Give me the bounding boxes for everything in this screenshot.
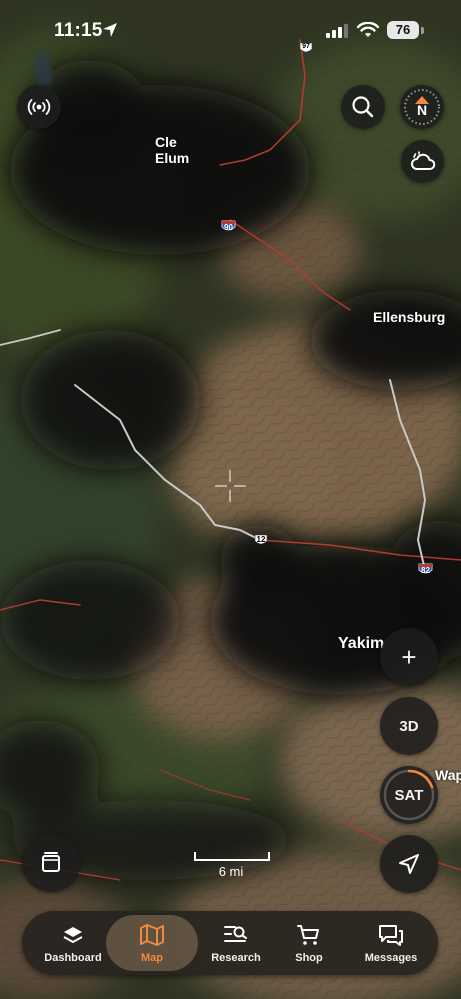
status-bar: 11:15 76 <box>0 18 461 46</box>
route-shield-us12: 12 <box>254 534 268 545</box>
battery-indicator: 76 <box>387 21 419 39</box>
route-shield-sr97: 97 <box>299 42 313 55</box>
map-label-ellensburg: Ellensburg <box>373 309 446 325</box>
bottom-nav: Dashboard Map Research Shop Messages <box>22 911 438 975</box>
sat-label: SAT <box>394 786 424 804</box>
clock: 11:15 <box>54 20 103 41</box>
nav-label-map: Map <box>141 952 163 964</box>
nav-label-shop: Shop <box>295 952 323 964</box>
search-button[interactable] <box>341 85 385 129</box>
battery-tip <box>421 27 424 34</box>
live-tracking-button[interactable] <box>17 85 61 129</box>
book-icon <box>42 852 60 872</box>
compass-north-label: N <box>416 102 428 118</box>
broadcast-icon <box>27 99 51 115</box>
map-scale: 6 mi <box>194 852 270 879</box>
3d-label: 3D <box>399 717 419 735</box>
nav-item-shop[interactable]: Shop <box>278 911 340 975</box>
nav-item-dashboard[interactable]: Dashboard <box>36 911 110 975</box>
messages-icon <box>378 923 404 952</box>
scale-label: 6 mi <box>218 864 244 879</box>
nav-label-messages: Messages <box>364 952 418 964</box>
map-label-yakima: Yakim <box>338 635 385 652</box>
search-icon <box>352 96 374 118</box>
zoom-in-button[interactable]: + <box>380 628 438 686</box>
wifi-icon <box>356 21 380 43</box>
layers-button[interactable] <box>22 834 80 892</box>
map-label-cle-elum: Cle Elum <box>155 134 190 166</box>
route-shield-i82: 82 <box>418 562 433 576</box>
navigation-arrow-icon <box>399 854 419 874</box>
route-shield-i90: 90 <box>221 219 236 233</box>
satellite-toggle-button[interactable]: SAT <box>380 766 438 824</box>
nav-item-research[interactable]: Research <box>196 911 276 975</box>
cart-icon <box>296 923 322 952</box>
3d-toggle-button[interactable]: 3D <box>380 697 438 755</box>
locate-me-button[interactable] <box>380 835 438 893</box>
nav-item-map[interactable]: Map <box>112 911 192 975</box>
scale-bar <box>194 852 270 861</box>
cellular-signal-icon <box>326 24 348 43</box>
map-icon <box>139 923 165 952</box>
nav-label-research: Research <box>211 952 261 964</box>
compass-button[interactable]: N <box>400 85 444 129</box>
nav-item-messages[interactable]: Messages <box>352 911 430 975</box>
research-icon <box>223 923 249 952</box>
zoom-in-label: + <box>401 641 417 672</box>
dashboard-icon <box>61 923 85 952</box>
nav-label-dashboard: Dashboard <box>44 952 102 964</box>
location-arrow-icon <box>102 22 118 43</box>
weather-button[interactable] <box>401 140 444 183</box>
map-label-wapato: Wap <box>435 767 461 783</box>
cloud-icon <box>410 150 435 170</box>
